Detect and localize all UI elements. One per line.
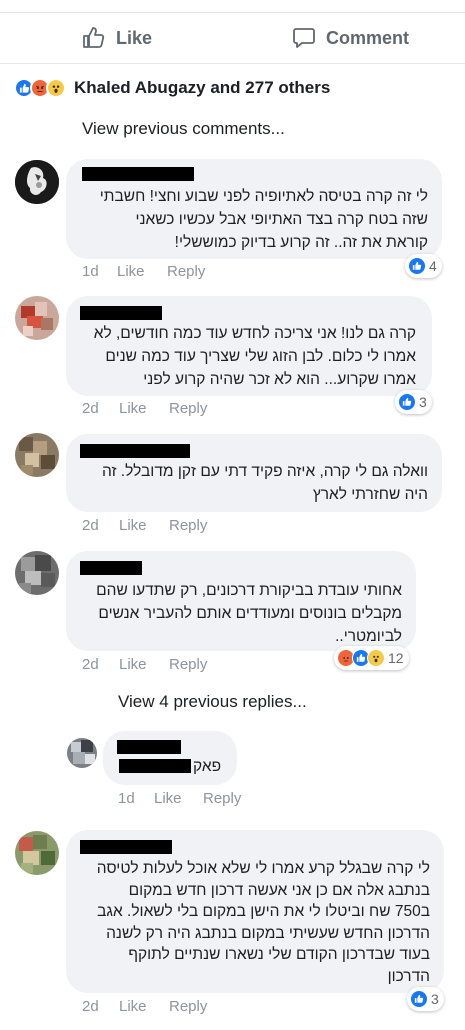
comment-line: לביומטרי.. <box>335 628 402 645</box>
like-icon <box>398 393 416 411</box>
comment-icon <box>292 26 316 50</box>
comment-line: אחותי עובדת בביקורת דרכונים, רק שתדעו שה… <box>96 582 402 599</box>
comment-timestamp[interactable]: 1d <box>82 263 99 280</box>
comment-reply-link[interactable]: Reply <box>167 263 205 280</box>
comment-reply-link[interactable]: Reply <box>169 517 207 534</box>
reaction-count-number: 12 <box>388 650 404 666</box>
comment-text: לי קרה שבגלל קרע אמרו לי שלא אוכל לעלות … <box>75 858 430 987</box>
reaction-count-number: 4 <box>429 258 437 274</box>
reply-bubble: פאק <box>103 731 237 785</box>
comment-bubble: לי זה קרה בטיסה לאתיופיה לפני שבוע וחצי!… <box>66 159 442 259</box>
comment-line: הדרכון החדש שעשיתי במקום בנתבג היה רק לש… <box>106 924 430 942</box>
reaction-icons <box>14 78 66 98</box>
comment-bubble: לי קרה שבגלל קרע אמרו לי שלא אוכל לעלות … <box>66 830 444 993</box>
comment-button[interactable]: Comment <box>292 20 409 56</box>
comment-reaction-count[interactable]: 4 <box>405 254 442 278</box>
comment-line: היה שחזרתי לארץ <box>312 486 428 503</box>
comment-bubble: קרה גם לנו! אני צריכה לחדש עוד כמה חודשי… <box>66 296 432 396</box>
redacted-text <box>119 759 191 773</box>
avatar[interactable] <box>15 433 59 477</box>
comment-like-link[interactable]: Like <box>119 400 147 417</box>
reaction-count-number: 3 <box>419 394 427 410</box>
reply-like-link[interactable]: Like <box>154 790 182 807</box>
comment-text: וואלה גם לי קרה, איזה פקיד דתי עם זקן מד… <box>73 460 428 506</box>
avatar[interactable] <box>67 738 97 768</box>
redacted-name <box>117 740 181 754</box>
like-button-label: Like <box>116 27 153 48</box>
comment-reaction-count[interactable]: 12 <box>334 646 409 670</box>
thumbs-up-icon <box>82 26 106 50</box>
comment-line: לי זה קרה בטיסה לאתיופיה לפני שבוע וחצי!… <box>99 188 428 205</box>
comment-bubble: אחותי עובדת בביקורת דרכונים, רק שתדעו שה… <box>66 551 416 651</box>
comment-timestamp[interactable]: 2d <box>82 517 99 534</box>
comment-reply-link[interactable]: Reply <box>169 656 207 673</box>
avatar[interactable] <box>15 551 59 595</box>
actions-divider <box>0 63 465 64</box>
comment-text: אחותי עובדת בביקורת דרכונים, רק שתדעו שה… <box>72 579 402 648</box>
comment-text: לי זה קרה בטיסה לאתיופיה לפני שבוע וחצי!… <box>78 185 428 254</box>
post-actions-bar: Like Comment <box>0 20 465 60</box>
comment-line: ב750 שח וביטלו לי את הישן במקום בלי לשאו… <box>97 903 430 920</box>
comment-timestamp[interactable]: 2d <box>82 400 99 417</box>
reply-timestamp[interactable]: 1d <box>118 790 135 807</box>
comment-like-link[interactable]: Like <box>119 656 147 673</box>
comment-text: קרה גם לנו! אני צריכה לחדש עוד כמה חודשי… <box>71 322 416 391</box>
reply-reply-link[interactable]: Reply <box>203 790 241 807</box>
wow-icon <box>367 649 385 667</box>
like-icon <box>410 990 428 1008</box>
redacted-name <box>80 561 142 575</box>
comment-line: אמרו לי כלום. לבן הזוג שלי שצריך עוד כמה… <box>105 348 416 365</box>
reaction-count-number: 3 <box>431 991 439 1007</box>
like-button[interactable]: Like <box>82 20 152 56</box>
comment-line: לי קרה שבגלל קרע אמרו לי שלא אוכל לעלות … <box>96 860 430 877</box>
reactions-summary[interactable]: Khaled Abugazy and 277 others <box>14 77 330 99</box>
comment-line: מקבלים בונוסים ומעודדים אותם להעביר אנשי… <box>98 605 402 622</box>
comment-reply-link[interactable]: Reply <box>169 400 207 417</box>
view-previous-replies-link[interactable]: View 4 previous replies... <box>118 692 307 712</box>
reactions-summary-text: Khaled Abugazy and 277 others <box>74 78 331 97</box>
comment-like-link[interactable]: Like <box>119 998 147 1015</box>
comment-line: שזה בטח קרה בצד האתיופי אבל עכשיו כשאני <box>135 211 428 228</box>
comment-reply-link[interactable]: Reply <box>169 998 207 1015</box>
top-divider <box>0 12 465 13</box>
redacted-name <box>80 444 190 458</box>
comment-timestamp[interactable]: 2d <box>82 656 99 673</box>
redacted-name <box>80 840 172 854</box>
comment-line: וואלה גם לי קרה, איזה פקיד דתי עם זקן מד… <box>101 463 428 480</box>
comment-line: בנתבג אלה אם כן אני אעשה דרכון חדש במקום <box>128 881 430 899</box>
avatar[interactable] <box>15 160 59 204</box>
comment-line: בעוד שבדרכון הקודם שלי נשארו שנתיים לתוק… <box>128 946 430 963</box>
comment-like-link[interactable]: Like <box>117 263 145 280</box>
comment-reaction-count[interactable]: 3 <box>395 390 432 414</box>
redacted-name <box>82 167 194 181</box>
view-previous-comments-link[interactable]: View previous comments... <box>82 119 285 139</box>
comment-timestamp[interactable]: 2d <box>82 998 99 1015</box>
comment-line: קוראת את זה.. זה קרוע בדיוק כמוששלי! <box>174 234 428 251</box>
comment-like-link[interactable]: Like <box>119 517 147 534</box>
comment-reaction-count[interactable]: 3 <box>407 987 444 1011</box>
like-icon <box>408 257 426 275</box>
reply-text: פאק <box>193 758 222 775</box>
comment-line: הדרכון <box>387 967 430 985</box>
comment-button-label: Comment <box>326 27 410 48</box>
avatar[interactable] <box>15 831 59 875</box>
comment-line: קרה גם לנו! אני צריכה לחדש עוד כמה חודשי… <box>93 325 416 342</box>
wow-icon <box>46 78 66 98</box>
comment-line: אמרו שקרוע... הוא לא זכר שהיה קרוע לפני <box>143 371 416 388</box>
redacted-name <box>80 306 162 320</box>
avatar[interactable] <box>15 296 59 340</box>
comment-bubble: וואלה גם לי קרה, איזה פקיד דתי עם זקן מד… <box>66 434 442 512</box>
